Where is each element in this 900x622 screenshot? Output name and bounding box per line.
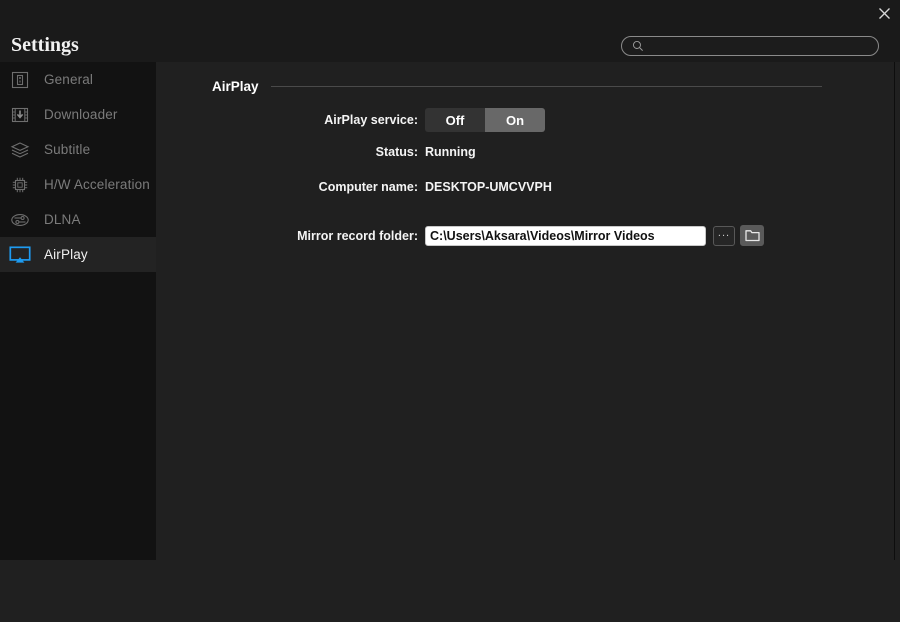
hw-chip-icon: [9, 174, 31, 196]
title-bar: Settings: [0, 0, 900, 62]
status-value: Running: [425, 145, 476, 159]
search-input[interactable]: [644, 38, 878, 54]
airplay-service-toggle[interactable]: Off On: [425, 108, 545, 132]
airplay-service-on-button[interactable]: On: [485, 108, 545, 132]
settings-sidebar: General Downloader Subtitle H/W Accelera…: [0, 62, 156, 560]
page-title: Settings: [11, 34, 79, 56]
sidebar-item-subtitle[interactable]: Subtitle: [0, 132, 156, 167]
close-window-button[interactable]: [872, 2, 896, 24]
general-icon: [9, 69, 31, 91]
search-icon: [632, 40, 643, 51]
sidebar-item-downloader[interactable]: Downloader: [0, 97, 156, 132]
status-label: Status:: [375, 145, 418, 159]
computer-name-label: Computer name:: [318, 180, 418, 194]
folder-icon: [744, 230, 760, 242]
airplay-service-label: AirPlay service:: [324, 113, 418, 127]
downloader-icon: [9, 104, 31, 126]
mirror-record-folder-row: Mirror record folder: ...: [156, 225, 895, 246]
subtitle-icon: [9, 139, 31, 161]
content-scrollbar[interactable]: [890, 62, 899, 560]
sidebar-item-label: Subtitle: [44, 142, 91, 157]
airplay-service-row: AirPlay service: Off On: [156, 108, 895, 132]
dlna-icon: [9, 209, 31, 231]
sidebar-item-label: General: [44, 72, 94, 87]
settings-content-panel: AirPlay AirPlay service: Off On Status: …: [156, 62, 895, 560]
sidebar-item-general[interactable]: General: [0, 62, 156, 97]
mirror-record-folder-label: Mirror record folder:: [297, 228, 418, 243]
sidebar-item-label: Downloader: [44, 107, 118, 122]
airplay-icon: [9, 244, 31, 266]
section-header: AirPlay: [212, 79, 822, 94]
search-box[interactable]: [621, 36, 879, 56]
airplay-service-off-button[interactable]: Off: [425, 108, 485, 132]
section-title: AirPlay: [212, 79, 259, 94]
sidebar-item-label: H/W Acceleration: [44, 177, 150, 192]
close-icon: [878, 7, 890, 19]
section-divider: [270, 86, 822, 87]
status-row: Status: Running: [156, 145, 895, 159]
sidebar-item-hw-acceleration[interactable]: H/W Acceleration: [0, 167, 156, 202]
sidebar-item-dlna[interactable]: DLNA: [0, 202, 156, 237]
open-folder-button[interactable]: [740, 225, 764, 246]
mirror-record-folder-input[interactable]: [425, 225, 706, 246]
sidebar-item-label: DLNA: [44, 212, 81, 227]
computer-name-row: Computer name: DESKTOP-UMCVVPH: [156, 180, 895, 194]
sidebar-item-label: AirPlay: [44, 247, 88, 262]
browse-folder-button[interactable]: ...: [713, 225, 735, 246]
computer-name-value: DESKTOP-UMCVVPH: [425, 180, 552, 194]
sidebar-item-airplay[interactable]: AirPlay: [0, 237, 156, 272]
